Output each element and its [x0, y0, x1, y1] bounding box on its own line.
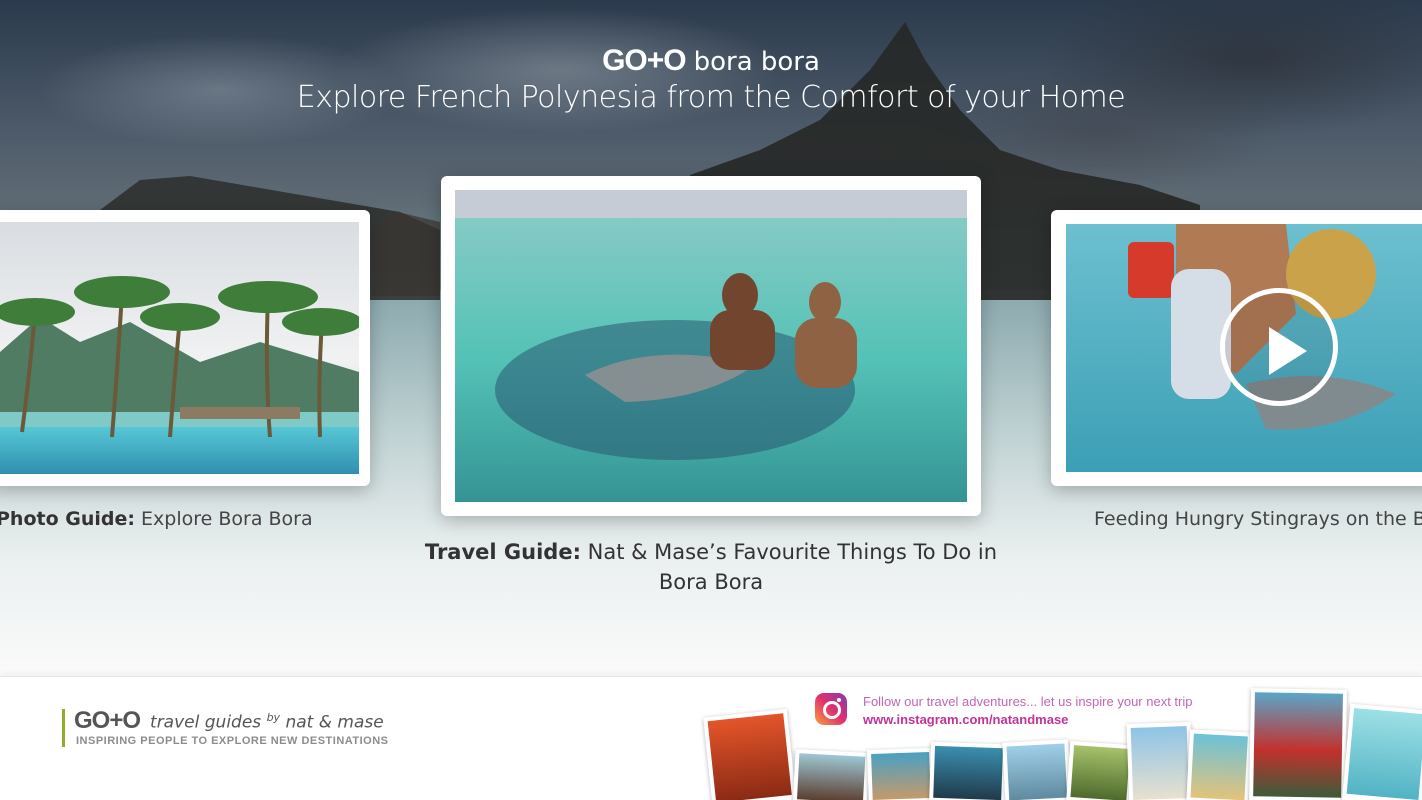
palm-beach-thumbnail	[0, 222, 359, 474]
collage-photo-torii	[703, 708, 797, 800]
play-icon[interactable]	[1220, 288, 1338, 406]
caption-travel-guide: Travel Guide: Nat & Mase’s Favourite Thi…	[424, 540, 998, 594]
collage-photo-coast	[1002, 739, 1072, 800]
collage-photo-forest	[1065, 740, 1135, 800]
collage-photo-boat	[928, 741, 1008, 800]
stingray-thumbnail	[455, 190, 967, 502]
collage-photo-selfie	[792, 749, 870, 800]
instagram-icon	[815, 693, 847, 725]
instagram-link[interactable]: www.instagram.com/natandmase	[863, 712, 1068, 727]
page-subtitle: Explore French Polynesia from the Comfor…	[296, 80, 1126, 115]
caption-photo-guide: Photo Guide: Explore Bora Bora	[0, 508, 313, 530]
footer-tagline: INSPIRING PEOPLE TO EXPLORE NEW DESTINAT…	[76, 735, 389, 747]
instagram-promo-text: Follow our travel adventures... let us i…	[863, 694, 1193, 709]
carousel-card-photo-guide[interactable]	[0, 210, 370, 486]
accent-bar	[62, 709, 65, 747]
footer-logo: GO+O travel guides by nat & mase	[74, 707, 384, 734]
caption-stingray-video: Feeding Hungry Stingrays on the B	[1094, 508, 1422, 530]
collage-photo-tram	[1248, 688, 1348, 800]
collage-photo-beach	[866, 747, 936, 800]
destination-name: bora bora	[693, 47, 820, 77]
collage-photo-palms	[1186, 729, 1252, 800]
collage-photo-snorkel	[1341, 703, 1422, 800]
footer-banner: GO+O travel guides by nat & mase INSPIRI…	[0, 676, 1422, 800]
brand-logo: GO+O bora bora	[0, 44, 1422, 78]
goto-logo: GO+O	[602, 44, 687, 77]
carousel-card-travel-guide[interactable]	[441, 176, 981, 516]
collage-photo-pisa	[1126, 721, 1194, 800]
